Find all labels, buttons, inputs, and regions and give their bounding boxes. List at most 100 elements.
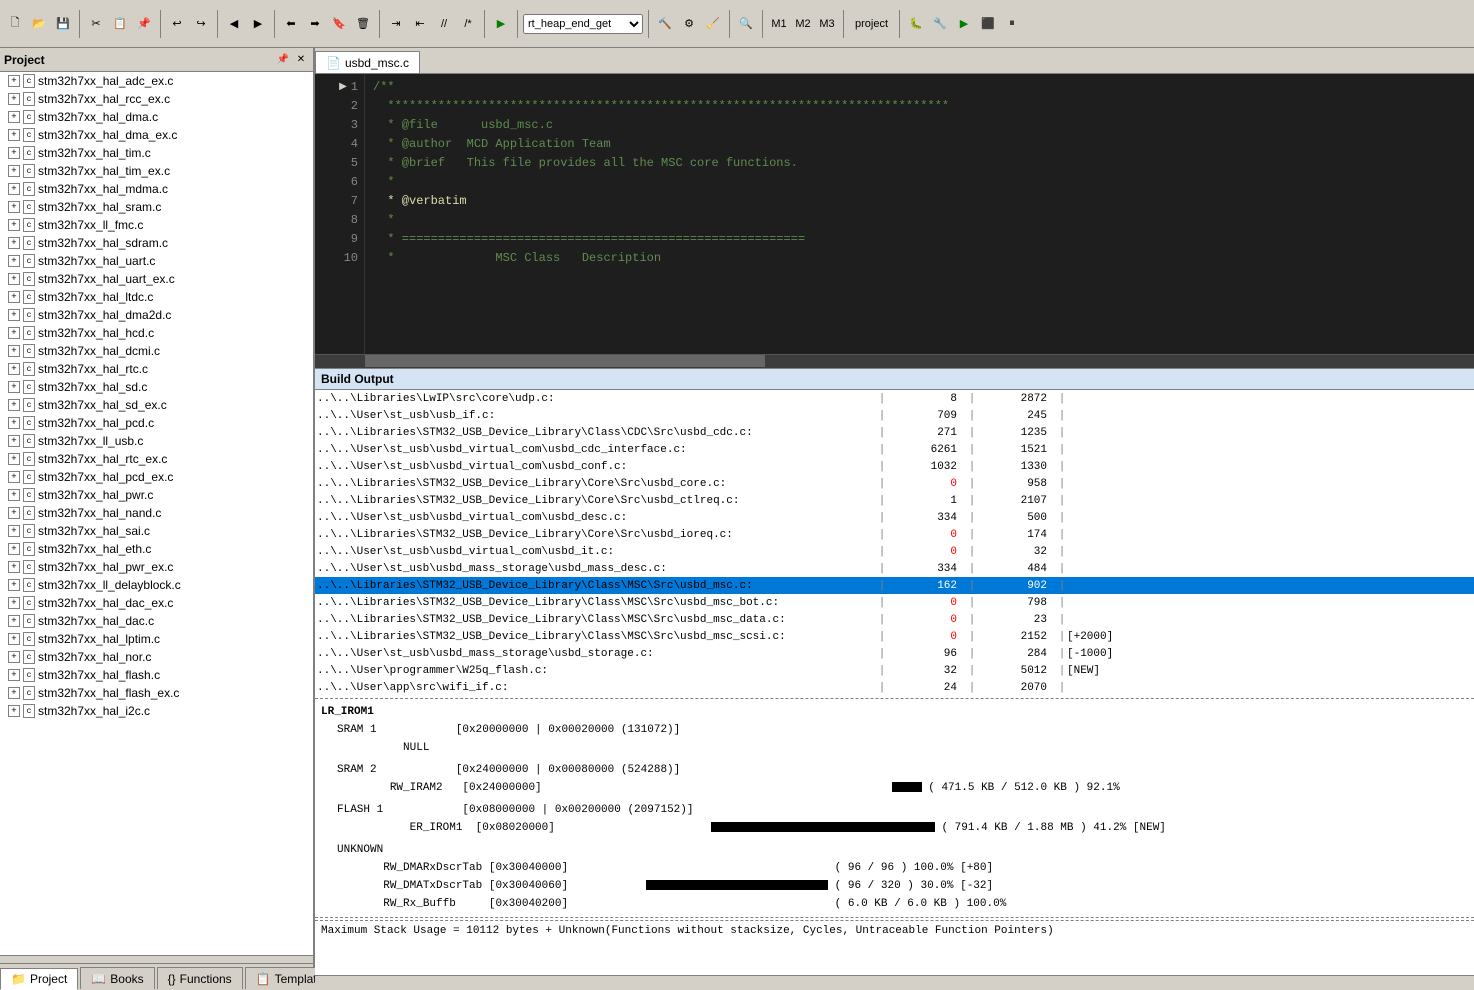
tree-item[interactable]: + c stm32h7xx_hal_dac_ex.c: [0, 594, 313, 612]
tree-item[interactable]: + c stm32h7xx_hal_rtc_ex.c: [0, 450, 313, 468]
tree-expand-icon[interactable]: +: [8, 435, 20, 447]
tree-expand-icon[interactable]: +: [8, 561, 20, 573]
save-button[interactable]: 💾: [52, 13, 74, 35]
tree-item[interactable]: + c stm32h7xx_hal_nand.c: [0, 504, 313, 522]
tree-item[interactable]: + c stm32h7xx_hal_hcd.c: [0, 324, 313, 342]
tree-item[interactable]: + c stm32h7xx_hal_flash_ex.c: [0, 684, 313, 702]
tree-expand-icon[interactable]: +: [8, 705, 20, 717]
tree-expand-icon[interactable]: +: [8, 327, 20, 339]
tree-expand-icon[interactable]: +: [8, 489, 20, 501]
tree-expand-icon[interactable]: +: [8, 237, 20, 249]
copy-button[interactable]: 📋: [109, 13, 131, 35]
tree-expand-icon[interactable]: +: [8, 273, 20, 285]
tree-item[interactable]: + c stm32h7xx_hal_pwr.c: [0, 486, 313, 504]
tree-item[interactable]: + c stm32h7xx_hal_pcd.c: [0, 414, 313, 432]
mem1-button[interactable]: M1: [768, 13, 790, 35]
tree-item[interactable]: + c stm32h7xx_ll_usb.c: [0, 432, 313, 450]
bm-prev-button[interactable]: ⬅: [280, 13, 302, 35]
tree-expand-icon[interactable]: +: [8, 147, 20, 159]
tree-expand-icon[interactable]: +: [8, 309, 20, 321]
tree-expand-icon[interactable]: +: [8, 615, 20, 627]
build-button[interactable]: 🔨: [654, 13, 676, 35]
bottom-tab-books[interactable]: 📖Books: [80, 967, 154, 989]
tree-expand-icon[interactable]: +: [8, 381, 20, 393]
back-button[interactable]: ◀: [223, 13, 245, 35]
tree-item[interactable]: + c stm32h7xx_hal_pwr_ex.c: [0, 558, 313, 576]
build-row[interactable]: ..\..\Libraries\STM32_USB_Device_Library…: [315, 526, 1474, 543]
build-row[interactable]: ..\..\User\app\src\wifi_if.c: | 24 | 207…: [315, 679, 1474, 696]
bm-next-button[interactable]: ➡: [304, 13, 326, 35]
build-scrollbar[interactable]: [315, 975, 1474, 989]
tree-item[interactable]: + c stm32h7xx_hal_flash.c: [0, 666, 313, 684]
tree-expand-icon[interactable]: +: [8, 597, 20, 609]
file-tab-usbd-msc[interactable]: 📄 usbd_msc.c: [315, 51, 420, 73]
build-row[interactable]: ..\..\User\st_usb\usbd_mass_storage\usbd…: [315, 645, 1474, 662]
build-row[interactable]: ..\..\Libraries\LwIP\src\core\udp.c: | 8…: [315, 390, 1474, 407]
build-row[interactable]: ..\..\Libraries\STM32_USB_Device_Library…: [315, 475, 1474, 492]
cut-button[interactable]: ✂: [85, 13, 107, 35]
undo-button[interactable]: ↩: [166, 13, 188, 35]
tree-item[interactable]: + c stm32h7xx_hal_rtc.c: [0, 360, 313, 378]
tree-scrollbar[interactable]: [0, 955, 313, 963]
bm-add-button[interactable]: 🔖: [328, 13, 350, 35]
rebuild-button[interactable]: ⚙: [678, 13, 700, 35]
tree-expand-icon[interactable]: +: [8, 129, 20, 141]
tree-item[interactable]: + c stm32h7xx_hal_mdma.c: [0, 180, 313, 198]
tree-item[interactable]: + c stm32h7xx_hal_dcmi.c: [0, 342, 313, 360]
pin-button[interactable]: 📌: [275, 52, 291, 68]
tree-item[interactable]: + c stm32h7xx_hal_lptim.c: [0, 630, 313, 648]
mem2-button[interactable]: M2: [792, 13, 814, 35]
build-row[interactable]: ..\..\User\st_usb\usbd_virtual_com\usbd_…: [315, 543, 1474, 560]
indent-button[interactable]: ⇥: [385, 13, 407, 35]
build-row[interactable]: ..\..\User\programmer\W25q_flash.c: | 32…: [315, 662, 1474, 679]
tree-item[interactable]: + c stm32h7xx_hal_eth.c: [0, 540, 313, 558]
tree-item[interactable]: + c stm32h7xx_hal_dma.c: [0, 108, 313, 126]
tree-expand-icon[interactable]: +: [8, 453, 20, 465]
tree-item[interactable]: + c stm32h7xx_hal_pcd_ex.c: [0, 468, 313, 486]
find-button[interactable]: 🔍: [735, 13, 757, 35]
bottom-tab-project[interactable]: 📁Project: [0, 968, 78, 990]
run-button[interactable]: ▶: [490, 13, 512, 35]
tree-expand-icon[interactable]: +: [8, 579, 20, 591]
tree-expand-icon[interactable]: +: [8, 291, 20, 303]
tree-expand-icon[interactable]: +: [8, 201, 20, 213]
build-row[interactable]: ..\..\Libraries\STM32_USB_Device_Library…: [315, 628, 1474, 645]
tree-expand-icon[interactable]: +: [8, 345, 20, 357]
tree-item[interactable]: + c stm32h7xx_hal_uart_ex.c: [0, 270, 313, 288]
tree-expand-icon[interactable]: +: [8, 93, 20, 105]
close-panel-button[interactable]: ✕: [293, 52, 309, 68]
tree-item[interactable]: + c stm32h7xx_hal_dac.c: [0, 612, 313, 630]
tree-expand-icon[interactable]: +: [8, 633, 20, 645]
tree-expand-icon[interactable]: +: [8, 363, 20, 375]
bm-clear-button[interactable]: 🗑: [352, 13, 374, 35]
tree-item[interactable]: + c stm32h7xx_hal_tim.c: [0, 144, 313, 162]
build-row[interactable]: ..\..\Libraries\STM32_USB_Device_Library…: [315, 594, 1474, 611]
tree-expand-icon[interactable]: +: [8, 255, 20, 267]
tree-item[interactable]: + c stm32h7xx_ll_fmc.c: [0, 216, 313, 234]
editor-scrollbar[interactable]: [315, 354, 1474, 368]
build-row[interactable]: ..\..\Libraries\STM32_USB_Device_Library…: [315, 577, 1474, 594]
tree-item[interactable]: + c stm32h7xx_hal_dma_ex.c: [0, 126, 313, 144]
build-row[interactable]: ..\..\Libraries\STM32_USB_Device_Library…: [315, 611, 1474, 628]
tree-expand-icon[interactable]: +: [8, 687, 20, 699]
tree-expand-icon[interactable]: +: [8, 165, 20, 177]
build-row[interactable]: ..\..\User\st_usb\usbd_mass_storage\usbd…: [315, 560, 1474, 577]
tree-expand-icon[interactable]: +: [8, 669, 20, 681]
mem3-button[interactable]: M3: [816, 13, 838, 35]
tree-item[interactable]: + c stm32h7xx_hal_dma2d.c: [0, 306, 313, 324]
build-row[interactable]: ..\..\User\st_usb\usb_if.c: | 709 | 245 …: [315, 407, 1474, 424]
tree-expand-icon[interactable]: +: [8, 417, 20, 429]
tree-expand-icon[interactable]: +: [8, 399, 20, 411]
tree-item[interactable]: + c stm32h7xx_ll_delayblock.c: [0, 576, 313, 594]
tree-item[interactable]: + c stm32h7xx_hal_uart.c: [0, 252, 313, 270]
tree-expand-icon[interactable]: +: [8, 111, 20, 123]
build-row[interactable]: ..\..\User\st_usb\usbd_virtual_com\usbd_…: [315, 458, 1474, 475]
build-row[interactable]: ..\..\User\st_usb\usbd_virtual_com\usbd_…: [315, 441, 1474, 458]
tree-item[interactable]: + c stm32h7xx_hal_sd_ex.c: [0, 396, 313, 414]
debug3-button[interactable]: ▶: [953, 13, 975, 35]
tree-expand-icon[interactable]: +: [8, 507, 20, 519]
outdent-button[interactable]: ⇤: [409, 13, 431, 35]
tree-expand-icon[interactable]: +: [8, 75, 20, 87]
tree-expand-icon[interactable]: +: [8, 219, 20, 231]
tree-expand-icon[interactable]: +: [8, 183, 20, 195]
